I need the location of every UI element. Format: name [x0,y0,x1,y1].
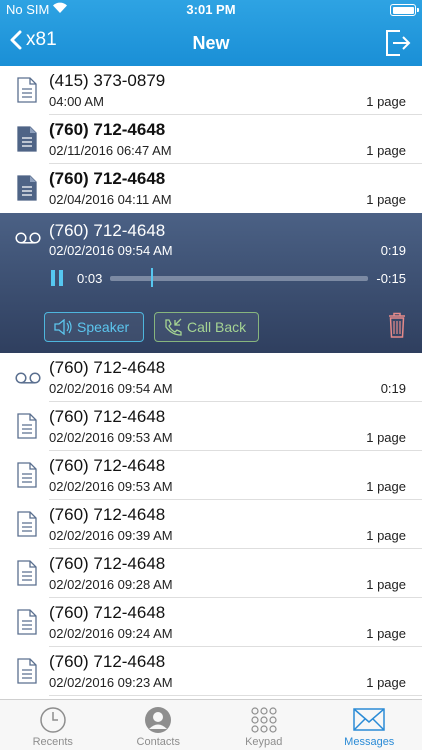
speaker-label: Speaker [77,319,130,335]
tab-label: Messages [344,736,395,748]
message-date: 02/02/2016 09:24 AM [49,626,173,641]
phone-callback-icon [165,318,182,336]
message-row[interactable]: (760) 712-4648 02/02/2016 09:24 AM 1 pag… [0,598,422,647]
keypad-icon [250,706,278,737]
call-back-label: Call Back [187,319,247,335]
battery-icon [390,4,419,16]
contact-icon [144,706,172,737]
tab-messages[interactable]: Messages [317,700,422,750]
message-date: 02/02/2016 09:53 AM [49,479,173,494]
fax-icon [17,560,37,591]
speaker-icon [54,319,72,335]
tab-label: Contacts [136,736,180,748]
fax-unread-icon [17,175,37,206]
fax-icon [17,462,37,493]
back-label: x81 [26,29,57,50]
logout-icon[interactable] [384,28,412,58]
fax-icon [17,511,37,542]
message-number: (760) 712-4648 [49,169,166,188]
fax-icon [17,77,37,108]
message-number: (760) 712-4648 [49,554,166,573]
message-pages: 1 page [366,626,406,641]
message-pages: 1 page [366,430,406,445]
message-date: 02/02/2016 09:53 AM [49,430,173,445]
fax-icon [17,413,37,444]
voicemail-icon [15,231,41,249]
message-row[interactable]: (760) 712-4648 02/02/2016 09:53 AM 1 pag… [0,402,422,451]
call-back-button[interactable]: Call Back [154,312,259,342]
tab-keypad[interactable]: Keypad [211,700,317,750]
fax-icon [17,609,37,640]
message-date: 02/02/2016 09:54 AM [49,381,173,396]
message-number: (760) 712-4648 [49,456,166,475]
message-date: 02/02/2016 09:23 AM [49,675,173,690]
message-number: (760) 712-4648 [49,358,166,377]
tab-label: Recents [32,736,73,748]
message-duration: 0:19 [380,381,406,396]
voicemail-player: (760) 712-4648 02/02/2016 09:54 AM 0:19 … [0,213,422,353]
nav-bar: x81 New [0,20,422,66]
message-pages: 1 page [366,528,406,543]
message-date: 02/02/2016 09:39 AM [49,528,173,543]
fax-unread-icon [17,126,37,157]
message-row[interactable]: (760) 712-4648 02/02/2016 09:53 AM 1 pag… [0,451,422,500]
message-row[interactable]: (760) 712-4648 02/02/2016 09:23 AM 1 pag… [0,647,422,696]
message-number: (760) 712-4648 [49,652,166,671]
playback-thumb[interactable] [151,268,154,287]
tab-label: Keypad [245,736,283,748]
tab-contacts[interactable]: Contacts [106,700,212,750]
message-pages: 1 page [366,675,406,690]
message-pages: 1 page [366,479,406,494]
remaining-time: -0:15 [376,271,406,286]
message-row[interactable]: (760) 712-4648 02/04/2016 04:11 AM 1 pag… [0,164,422,213]
message-row[interactable]: (760) 712-4648 02/02/2016 09:39 AM 1 pag… [0,500,422,549]
message-number: (760) 712-4648 [49,603,166,622]
message-row[interactable]: (760) 712-4648 02/02/2016 09:28 AM 1 pag… [0,549,422,598]
message-number: (415) 373-0879 [49,71,166,90]
tab-bar: Recents Contacts Keypad Messages [0,699,422,750]
message-number: (760) 712-4648 [49,120,166,139]
clock-icon [39,706,67,737]
message-number: (760) 712-4648 [49,407,166,426]
playback-slider[interactable] [110,276,368,281]
tab-recents[interactable]: Recents [0,700,106,750]
elapsed-time: 0:03 [77,271,103,286]
message-row[interactable]: (760) 712-4648 02/11/2016 06:47 AM 1 pag… [0,115,422,164]
page-title: New [192,33,230,53]
voicemail-number: (760) 712-4648 [49,221,166,240]
fax-icon [17,658,37,689]
status-time: 3:01 PM [186,2,236,17]
header: No SIM 3:01 PM x81 New [0,0,422,66]
message-row[interactable]: (760) 712-4648 02/02/2016 09:54 AM 0:19 [0,353,422,402]
message-pages: 1 page [366,143,406,158]
speaker-button[interactable]: Speaker [44,312,144,342]
status-bar: No SIM 3:01 PM [0,0,422,20]
voicemail-date: 02/02/2016 09:54 AM [49,243,173,258]
message-pages: 1 page [366,577,406,592]
message-pages: 1 page [366,94,406,109]
message-list: (415) 373-0879 04:00 AM 1 page (760) 712… [0,66,422,696]
message-row[interactable]: (415) 373-0879 04:00 AM 1 page [0,66,422,115]
pause-button[interactable] [50,270,64,286]
message-pages: 1 page [366,192,406,207]
trash-icon[interactable] [388,312,406,343]
chevron-left-icon [10,30,22,50]
message-date: 04:00 AM [49,94,104,109]
message-date: 02/02/2016 09:28 AM [49,577,173,592]
envelope-icon [353,706,385,735]
message-number: (760) 712-4648 [49,505,166,524]
voicemail-icon [15,371,41,389]
back-button[interactable]: x81 [10,29,57,51]
message-date: 02/11/2016 06:47 AM [49,143,172,158]
message-date: 02/04/2016 04:11 AM [49,192,172,207]
voicemail-duration: 0:19 [380,243,406,258]
